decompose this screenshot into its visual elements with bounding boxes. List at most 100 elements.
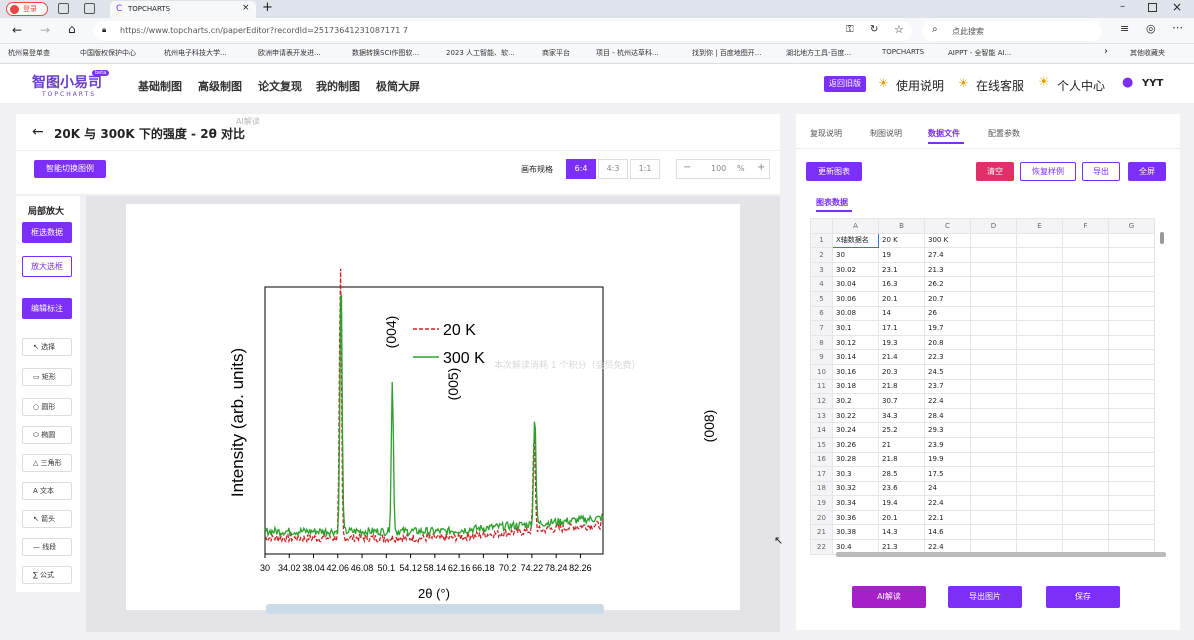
table-cell[interactable]	[1108, 451, 1155, 468]
table-cell[interactable]: 30.18	[832, 378, 879, 395]
old-version-button[interactable]: 返回旧版	[824, 76, 866, 92]
table-cell[interactable]	[970, 407, 1017, 424]
service-link[interactable]: 在线客服	[976, 77, 1024, 94]
table-cell[interactable]	[1062, 305, 1109, 322]
forward-icon[interactable]: →	[40, 23, 50, 37]
restore-sample-button[interactable]: 恢复样例	[1020, 162, 1076, 181]
col-header[interactable]: C	[924, 218, 971, 234]
table-cell[interactable]	[1062, 363, 1109, 380]
nav-dashboard[interactable]: 极简大屏	[376, 78, 420, 94]
table-cell[interactable]	[970, 451, 1017, 468]
table-cell[interactable]: 30.04	[832, 276, 879, 292]
table-cell[interactable]	[1016, 363, 1063, 380]
table-cell[interactable]	[1062, 480, 1109, 497]
table-cell[interactable]	[1016, 305, 1063, 322]
table-cell[interactable]: 28.5	[878, 466, 925, 482]
table-cell[interactable]: 20 K	[878, 232, 925, 249]
table-cell[interactable]	[1016, 232, 1063, 249]
table-cell[interactable]	[970, 305, 1017, 322]
table-cell[interactable]	[1016, 436, 1063, 453]
table-cell[interactable]: 21.8	[878, 378, 925, 395]
tool-triangle[interactable]: △ 三角形	[22, 454, 72, 472]
table-cell[interactable]	[970, 261, 1017, 278]
table-cell[interactable]	[1108, 524, 1155, 541]
key-icon[interactable]: ⚿	[846, 24, 854, 35]
table-cell[interactable]	[970, 495, 1017, 511]
tab-chart-notes[interactable]: 制图说明	[870, 128, 902, 139]
export-button[interactable]: 导出	[1082, 162, 1120, 181]
table-cell[interactable]: 21.3	[924, 261, 971, 278]
other-bookmarks[interactable]: 其他收藏夹	[1130, 48, 1165, 58]
table-cell[interactable]	[1108, 495, 1155, 511]
table-cell[interactable]: 30.12	[832, 334, 879, 351]
profile-icon[interactable]: ◎	[1146, 22, 1156, 35]
table-cell[interactable]: 21	[878, 436, 925, 453]
table-cell[interactable]: 19.4	[878, 495, 925, 511]
table-cell[interactable]	[1108, 334, 1155, 351]
table-cell[interactable]	[970, 422, 1017, 438]
table-cell[interactable]	[1108, 290, 1155, 307]
vertical-scrollbar[interactable]	[1160, 232, 1164, 244]
chart-canvas[interactable]: 30 34.02 38.04 42.06 46.08 50.1 54.12 58.14 62.1…	[126, 204, 740, 610]
table-cell[interactable]: 26.2	[924, 276, 971, 292]
bookmark-item[interactable]: AIPPT - 全智能 AI...	[948, 48, 1011, 58]
table-cell[interactable]: 24	[924, 480, 971, 497]
user-name[interactable]: YYT	[1142, 78, 1163, 89]
col-header[interactable]: D	[970, 218, 1017, 234]
table-cell[interactable]	[970, 276, 1017, 292]
table-cell[interactable]: 30.28	[832, 451, 879, 468]
nav-my-charts[interactable]: 我的制图	[316, 78, 360, 94]
fullscreen-button[interactable]: 全屏	[1128, 162, 1166, 181]
table-cell[interactable]	[1016, 378, 1063, 395]
table-cell[interactable]: 34.3	[878, 407, 925, 424]
window-minimize-icon[interactable]: –	[1120, 1, 1125, 12]
table-cell[interactable]: 30	[832, 247, 879, 263]
table-cell[interactable]: 30.38	[832, 524, 879, 541]
table-cell[interactable]	[1108, 276, 1155, 292]
table-cell[interactable]: 19.9	[924, 451, 971, 468]
table-cell[interactable]	[1062, 509, 1109, 526]
table-cell[interactable]: 14	[878, 305, 925, 322]
table-cell[interactable]: 29.3	[924, 422, 971, 438]
table-cell[interactable]: 30.36	[832, 509, 879, 526]
table-cell[interactable]	[1062, 393, 1109, 409]
table-cell[interactable]: 22.4	[924, 393, 971, 409]
zoom-plus-button[interactable]: +	[757, 162, 765, 173]
nav-basic-charts[interactable]: 基础制图	[138, 78, 182, 94]
bookmark-item[interactable]: 中国版权保护中心	[80, 48, 136, 58]
table-cell[interactable]: 20.8	[924, 334, 971, 351]
favorite-star-icon[interactable]: ☆	[894, 23, 904, 36]
table-cell[interactable]: 30.06	[832, 290, 879, 307]
search-box[interactable]: ⌕ 点此搜索	[922, 21, 1102, 41]
table-cell[interactable]: 23.9	[924, 436, 971, 453]
save-button[interactable]: 保存	[1046, 586, 1120, 608]
table-cell[interactable]	[1108, 363, 1155, 380]
table-cell[interactable]: 28.4	[924, 407, 971, 424]
table-cell[interactable]	[970, 524, 1017, 541]
bookmark-item[interactable]: 杭州电子科技大学...	[164, 48, 227, 58]
table-cell[interactable]	[1016, 334, 1063, 351]
table-cell[interactable]: 17.1	[878, 320, 925, 336]
bookmark-item[interactable]: 湖北地方工具-百度...	[786, 48, 851, 58]
table-cell[interactable]	[970, 480, 1017, 497]
table-cell[interactable]	[1062, 290, 1109, 307]
table-cell[interactable]	[970, 247, 1017, 263]
table-cell[interactable]: 30.1	[832, 320, 879, 336]
home-icon[interactable]: ⌂	[68, 22, 76, 36]
tool-arrow[interactable]: ↖ 箭头	[22, 510, 72, 528]
table-cell[interactable]: 30.7	[878, 393, 925, 409]
zoom-minus-button[interactable]: −	[683, 162, 691, 173]
xrd-chart[interactable]: 30 34.02 38.04 42.06 46.08 50.1 54.12 58.14 62.1…	[126, 204, 740, 610]
table-cell[interactable]	[1062, 334, 1109, 351]
tool-ellipse[interactable]: ⬭ 椭圆	[22, 426, 72, 444]
ratio-4-3[interactable]: 4:3	[598, 159, 628, 179]
table-cell[interactable]	[1016, 422, 1063, 438]
zoom-selection-button[interactable]: 放大选框	[22, 256, 72, 277]
table-cell[interactable]	[1062, 407, 1109, 424]
table-cell[interactable]	[1108, 436, 1155, 453]
table-cell[interactable]: 19	[878, 247, 925, 263]
table-cell[interactable]	[1108, 393, 1155, 409]
col-header[interactable]: F	[1062, 218, 1109, 234]
ratio-6-4[interactable]: 6:4	[566, 159, 596, 179]
table-cell[interactable]	[1016, 349, 1063, 365]
